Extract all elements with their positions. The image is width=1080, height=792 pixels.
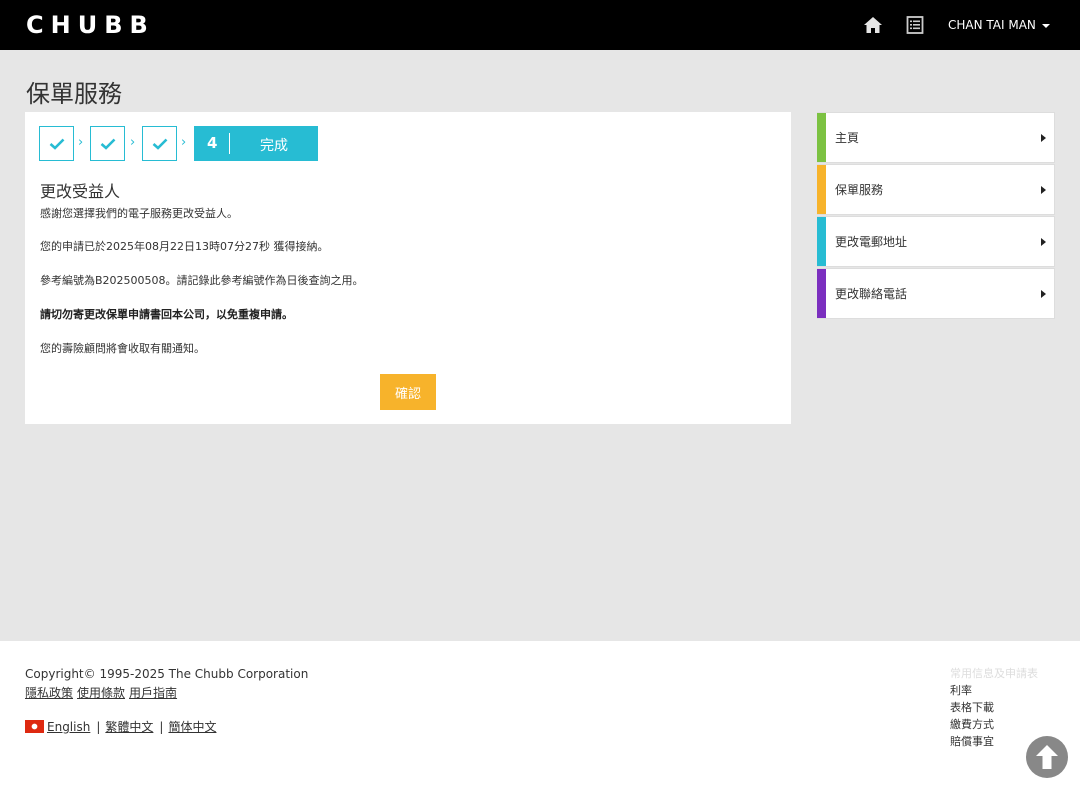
sidebar-item-label: 保單服務	[835, 183, 884, 197]
caret-down-icon	[1041, 23, 1050, 28]
content-title: 更改受益人	[40, 182, 121, 201]
chubb-logo[interactable]: CHUBB	[26, 10, 155, 40]
sidebar-item-change-email[interactable]: 更改電郵地址	[817, 216, 1055, 267]
accent-bar	[817, 165, 826, 214]
sidebar-item-label: 更改聯絡電話	[835, 287, 908, 301]
warning-message: 請切勿寄更改保單申請書回本公司，以免重複申請。	[40, 308, 293, 321]
caret-right-icon	[1041, 290, 1046, 298]
side-navigation: 主頁 保單服務 更改電郵地址 更改聯絡電話	[817, 112, 1055, 320]
top-navigation-bar: CHUBB CHAN TAI MAN	[0, 0, 1080, 50]
privacy-policy-link[interactable]: 隱私政策	[25, 686, 73, 700]
terms-of-use-link[interactable]: 使用條款	[77, 686, 125, 700]
reference-message: 參考編號為B202500508。請記錄此參考編號作為日後查詢之用。	[40, 274, 364, 287]
hong-kong-flag-icon	[25, 720, 44, 733]
language-selector: English | 繁體中文 | 簡体中文	[25, 718, 220, 735]
footer-links: 隱私政策 使用條款 用戶指南	[25, 684, 181, 701]
interest-rate-link[interactable]: 利率	[950, 682, 1038, 699]
page-title: 保單服務	[26, 80, 122, 108]
accent-bar	[817, 113, 826, 162]
footer: Copyright© 1995-2025 The Chubb Corporati…	[0, 641, 1080, 792]
accent-bar	[817, 217, 826, 266]
arrow-up-icon	[1036, 745, 1058, 769]
step-4-current: 4 完成	[194, 126, 318, 161]
language-english-link[interactable]: English	[47, 720, 90, 734]
scroll-to-top-button[interactable]	[1026, 736, 1068, 778]
sidebar-item-policy-services[interactable]: 保單服務	[817, 164, 1055, 215]
step-2-complete	[90, 126, 125, 161]
footer-quick-links: 常用信息及申請表 利率 表格下載 繳費方式 賠償事宜	[950, 665, 1038, 750]
divider: |	[96, 719, 101, 734]
step-3-complete	[142, 126, 177, 161]
form-download-link[interactable]: 表格下載	[950, 699, 1038, 716]
language-simplified-chinese-link[interactable]: 簡体中文	[168, 718, 216, 735]
step-number: 4	[207, 134, 218, 152]
forms-info-link[interactable]: 常用信息及申請表	[950, 665, 1038, 682]
advisor-notice: 您的壽險顧問將會收取有關通知。	[40, 342, 205, 355]
payment-methods-link[interactable]: 繳費方式	[950, 716, 1038, 733]
check-icon	[100, 138, 115, 150]
caret-right-icon	[1041, 186, 1046, 194]
divider: |	[159, 719, 164, 734]
accent-bar	[817, 269, 826, 318]
step-divider	[229, 133, 230, 154]
copyright-text: Copyright© 1995-2025 The Chubb Corporati…	[25, 667, 309, 681]
caret-right-icon	[1041, 238, 1046, 246]
confirmation-card: › › › 4 完成 更改受益人 感謝您選擇我們的電子服務更改受益人。 您的申請…	[25, 112, 791, 424]
user-name: CHAN TAI MAN	[948, 18, 1036, 32]
step-1-complete	[39, 126, 74, 161]
language-traditional-chinese-link[interactable]: 繁體中文	[105, 718, 153, 735]
claims-link[interactable]: 賠償事宜	[950, 733, 1038, 750]
home-icon[interactable]	[863, 14, 883, 36]
sidebar-item-label: 主頁	[835, 131, 860, 145]
user-guide-link[interactable]: 用戶指南	[129, 686, 177, 700]
document-list-icon[interactable]	[906, 14, 926, 36]
chevron-right-icon: ›	[181, 135, 187, 150]
chevron-right-icon: ›	[78, 135, 84, 150]
caret-right-icon	[1041, 134, 1046, 142]
chevron-right-icon: ›	[130, 135, 136, 150]
sidebar-item-label: 更改電郵地址	[835, 235, 908, 249]
check-icon	[49, 138, 64, 150]
confirm-button[interactable]: 確認	[380, 374, 436, 410]
user-menu[interactable]: CHAN TAI MAN	[948, 16, 1050, 34]
acceptance-message: 您的申請已於2025年08月22日13時07分27秒 獲得接納。	[40, 240, 329, 253]
sidebar-item-change-phone[interactable]: 更改聯絡電話	[817, 268, 1055, 319]
check-icon	[152, 138, 167, 150]
sidebar-item-home[interactable]: 主頁	[817, 112, 1055, 163]
thank-you-message: 感謝您選擇我們的電子服務更改受益人。	[40, 207, 238, 220]
step-label: 完成	[260, 138, 288, 154]
